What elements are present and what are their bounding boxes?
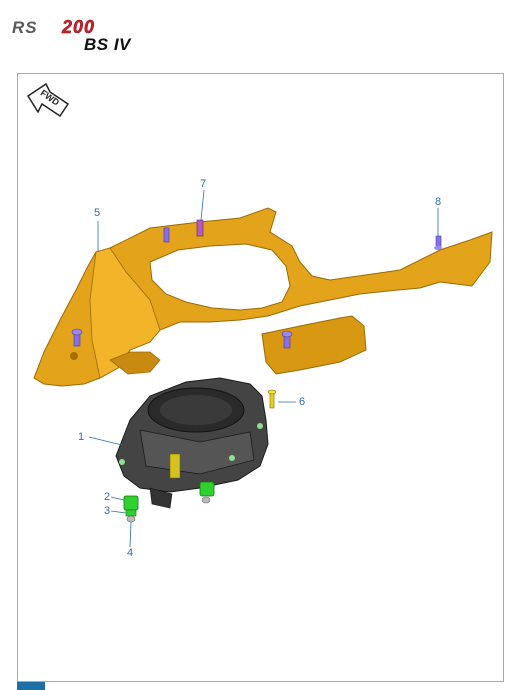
callout-6: 6 bbox=[299, 396, 306, 408]
callout-8: 8 bbox=[435, 196, 442, 208]
exploded-parts-diagram: FWD bbox=[26, 82, 493, 548]
callout-2: 2 bbox=[104, 491, 111, 503]
yellow-screw bbox=[267, 389, 277, 409]
callout-3: 3 bbox=[104, 505, 111, 517]
front-fairing bbox=[33, 207, 493, 387]
fwd-arrow-icon: FWD bbox=[26, 82, 70, 118]
headlamp-assembly bbox=[115, 377, 269, 509]
callout-5: 5 bbox=[94, 207, 101, 219]
callout-1: 1 bbox=[78, 431, 85, 443]
callout-4: 4 bbox=[127, 547, 134, 559]
callout-7: 7 bbox=[200, 178, 207, 190]
